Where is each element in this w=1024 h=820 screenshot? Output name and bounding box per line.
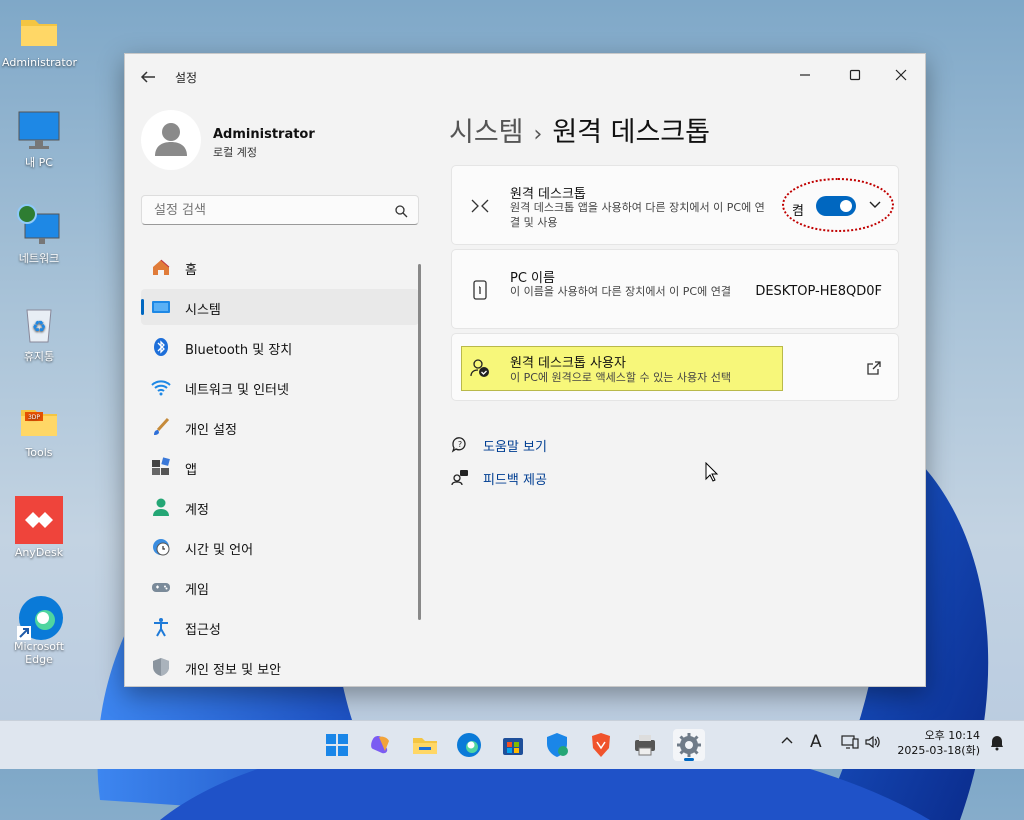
back-arrow-icon[interactable]	[139, 68, 159, 86]
user-check-icon	[470, 358, 490, 378]
wifi-icon	[151, 377, 171, 397]
clock-date: 2025-03-18(화)	[897, 744, 980, 757]
sidebar-item-network[interactable]: 네트워크 및 인터넷	[141, 369, 419, 405]
pc-name-value: DESKTOP-HE8QD0F	[755, 284, 882, 299]
sidebar-nav: 홈 시스템 Bluetooth 및 장치 네트워크 및 인터넷 개인 설정 앱 …	[141, 249, 419, 686]
taskbar: A 오후 10:14 2025-03-18(화)	[0, 720, 1024, 769]
network-icon	[17, 204, 61, 248]
search-box[interactable]	[141, 195, 419, 225]
rd-users-description: 이 PC에 원격으로 액세스할 수 있는 사용자 선택	[510, 371, 731, 384]
bluetooth-icon	[151, 337, 171, 357]
search-icon[interactable]	[394, 203, 408, 218]
svg-text:3DP: 3DP	[28, 414, 40, 421]
desktop-icon-recycle-bin[interactable]: ♻ 휴지통	[2, 302, 76, 364]
breadcrumb: 시스템 › 원격 데스크톱	[449, 110, 710, 149]
breadcrumb-parent[interactable]: 시스템	[449, 117, 524, 148]
pc-info-icon	[470, 280, 490, 300]
brave-icon[interactable]	[585, 729, 617, 761]
file-explorer-icon[interactable]	[409, 729, 441, 761]
svg-text:?: ?	[458, 440, 462, 449]
toggle-state-label: 켬	[792, 204, 804, 219]
chevron-down-icon[interactable]	[868, 196, 882, 210]
sidebar-item-gaming[interactable]: 게임	[141, 569, 419, 605]
profile-subtitle: 로컬 계정	[213, 146, 257, 159]
remote-desktop-description: 원격 데스크톱 앱을 사용하여 다른 장치에서 이 PC에 연결 및 사용	[510, 201, 765, 229]
avatar[interactable]	[141, 110, 201, 170]
breadcrumb-separator: ›	[533, 122, 543, 147]
svg-text:♻: ♻	[32, 317, 46, 336]
tools-folder-icon: 3DP	[17, 400, 61, 444]
monitor-icon	[17, 108, 61, 152]
sidebar-item-personalization[interactable]: 개인 설정	[141, 409, 419, 445]
shield-icon	[151, 657, 171, 677]
system-icon	[151, 297, 171, 317]
feedback-icon	[451, 468, 469, 486]
settings-window: 설정 Administrator 로컬 계정 홈 시스템	[124, 53, 926, 687]
system-clock[interactable]: 오후 10:14 2025-03-18(화)	[897, 728, 980, 758]
sidebar-item-apps[interactable]: 앱	[141, 449, 419, 485]
pc-name-card[interactable]: PC 이름 이 이름을 사용하여 다른 장치에서 이 PC에 연결 DESKTO…	[451, 249, 899, 329]
external-link-icon[interactable]	[866, 360, 882, 376]
pc-name-description: 이 이름을 사용하여 다른 장치에서 이 PC에 연결	[510, 285, 731, 298]
gamepad-icon	[151, 577, 171, 597]
minimize-button[interactable]	[783, 60, 827, 90]
apps-icon	[151, 457, 171, 477]
start-icon[interactable]	[321, 729, 353, 761]
folder-icon	[17, 10, 61, 54]
desktop-icon-administrator[interactable]: Administrator	[2, 10, 77, 69]
remote-desktop-card[interactable]: 원격 데스크톱 원격 데스크톱 앱을 사용하여 다른 장치에서 이 PC에 연결…	[451, 165, 899, 245]
network-tray-icon[interactable]	[841, 733, 859, 755]
toggle-knob	[840, 200, 852, 212]
help-icon: ?	[451, 435, 469, 453]
edge-icon	[17, 594, 63, 640]
anydesk-icon	[15, 496, 63, 544]
ime-indicator[interactable]: A	[810, 732, 822, 752]
close-button[interactable]	[879, 60, 923, 90]
active-app-indicator	[684, 758, 694, 761]
desktop-icon-this-pc[interactable]: 내 PC	[2, 108, 76, 170]
desktop-icon-network[interactable]: 네트워크	[2, 204, 76, 266]
sidebar-scrollbar[interactable]	[418, 264, 421, 620]
account-icon	[151, 497, 171, 517]
window-title: 설정	[175, 71, 198, 85]
home-icon	[151, 257, 171, 277]
page-title: 원격 데스크톱	[552, 117, 710, 148]
sidebar-item-accounts[interactable]: 계정	[141, 489, 419, 525]
sidebar-item-home[interactable]: 홈	[141, 249, 419, 285]
desktop-icon-edge[interactable]: Microsoft Edge	[2, 594, 76, 666]
title-bar: 설정	[125, 54, 925, 98]
settings-taskbar-icon[interactable]	[673, 729, 705, 761]
maximize-button[interactable]	[833, 60, 877, 90]
store-icon[interactable]	[497, 729, 529, 761]
copilot-icon[interactable]	[365, 729, 397, 761]
notification-icon[interactable]	[988, 733, 1006, 755]
volume-icon[interactable]	[864, 733, 882, 755]
mouse-cursor	[705, 462, 719, 482]
clock-globe-icon	[151, 537, 171, 557]
clock-time: 오후 10:14	[924, 729, 980, 742]
brush-icon	[151, 417, 171, 437]
sidebar-item-accessibility[interactable]: 접근성	[141, 609, 419, 645]
rd-users-title: 원격 데스크톱 사용자	[510, 356, 626, 371]
profile-name: Administrator	[213, 127, 315, 142]
remote-desktop-toggle[interactable]	[816, 196, 856, 216]
printer-icon[interactable]	[629, 729, 661, 761]
defender-icon[interactable]	[541, 729, 573, 761]
sidebar-item-system[interactable]: 시스템	[141, 289, 419, 325]
recycle-bin-icon: ♻	[17, 302, 61, 346]
sidebar-item-time-language[interactable]: 시간 및 언어	[141, 529, 419, 565]
search-input[interactable]	[152, 202, 386, 219]
remote-desktop-icon	[470, 196, 490, 216]
desktop-icon-tools[interactable]: 3DP Tools	[2, 400, 76, 459]
accessibility-icon	[151, 617, 171, 637]
edge-taskbar-icon[interactable]	[453, 729, 485, 761]
sidebar-item-bluetooth[interactable]: Bluetooth 및 장치	[141, 329, 419, 365]
tray-chevron-icon[interactable]	[780, 733, 794, 751]
desktop-icon-anydesk[interactable]: AnyDesk	[2, 496, 76, 559]
active-indicator	[141, 299, 144, 315]
sidebar-item-privacy-security[interactable]: 개인 정보 및 보안	[141, 649, 419, 685]
remote-desktop-users-card[interactable]: 원격 데스크톱 사용자 이 PC에 원격으로 액세스할 수 있는 사용자 선택	[451, 333, 899, 401]
